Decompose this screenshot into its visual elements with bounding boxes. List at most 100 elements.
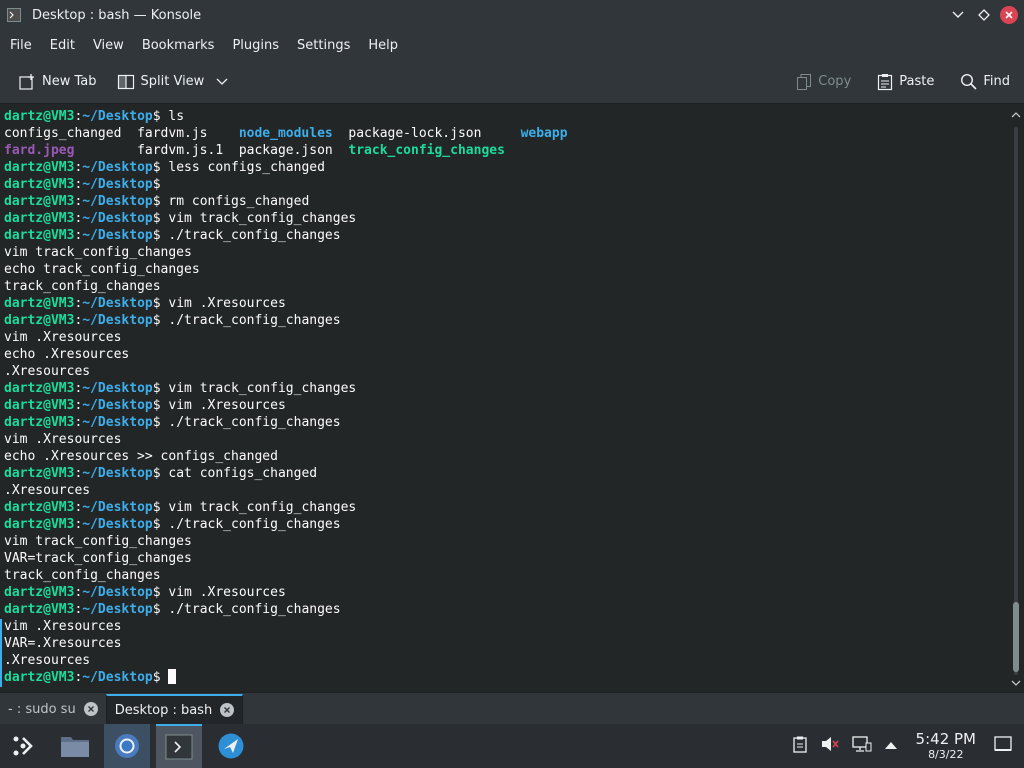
- menu-help[interactable]: Help: [362, 38, 404, 53]
- menu-bookmarks[interactable]: Bookmarks: [136, 38, 221, 53]
- prompt-line: dartz@VM3:~/Desktop$ less configs_change…: [4, 159, 1008, 176]
- menu-settings[interactable]: Settings: [291, 38, 356, 53]
- prompt-path: ~/Desktop: [82, 194, 153, 209]
- prompt-user: dartz@VM3: [4, 398, 75, 413]
- command-text: less configs_changed: [168, 160, 325, 175]
- prompt-symbol: $: [152, 517, 169, 532]
- command-text: ./track_config_changes: [168, 517, 341, 532]
- prompt-path: ~/Desktop: [82, 398, 153, 413]
- prompt-path: ~/Desktop: [82, 211, 153, 226]
- file-manager-icon[interactable]: [52, 724, 98, 768]
- menu-file[interactable]: File: [4, 38, 38, 53]
- split-view-button[interactable]: Split View: [111, 66, 235, 98]
- prompt-line: dartz@VM3:~/Desktop$: [4, 176, 1008, 193]
- prompt-line: dartz@VM3:~/Desktop$ vim track_config_ch…: [4, 380, 1008, 397]
- copy-icon: [796, 73, 812, 91]
- scroll-up-icon[interactable]: [1011, 109, 1021, 119]
- text-cursor: [168, 669, 177, 684]
- output-line: echo .Xresources >> configs_changed: [4, 449, 278, 464]
- paste-icon: [877, 73, 893, 91]
- prompt-symbol: $: [152, 177, 169, 192]
- network-icon[interactable]: [851, 735, 872, 757]
- output-line: track_config_changes: [4, 568, 161, 583]
- find-button[interactable]: Find: [954, 66, 1016, 98]
- tab-bar: - : sudo su Desktop : bash: [0, 692, 1024, 724]
- prompt-user: dartz@VM3: [4, 670, 75, 685]
- scroll-down-icon[interactable]: [1011, 678, 1021, 688]
- konsole-icon[interactable]: [156, 724, 202, 768]
- app-launcher-icon[interactable]: [0, 724, 46, 768]
- prompt-path: ~/Desktop: [82, 177, 153, 192]
- close-tab-icon[interactable]: [220, 703, 235, 717]
- prompt-symbol: $: [152, 398, 169, 413]
- maximize-icon[interactable]: [974, 5, 994, 25]
- prompt-user: dartz@VM3: [4, 228, 75, 243]
- ls-output-line: configs_changed fardvm.js node_modules p…: [4, 125, 1008, 142]
- minimize-icon[interactable]: [948, 5, 968, 25]
- prompt-line: dartz@VM3:~/Desktop$ vim .Xresources: [4, 295, 1008, 312]
- prompt-user: dartz@VM3: [4, 109, 75, 124]
- menu-plugins[interactable]: Plugins: [226, 38, 285, 53]
- prompt-user: dartz@VM3: [4, 296, 75, 311]
- scroll-track[interactable]: [1014, 127, 1018, 675]
- show-desktop-icon[interactable]: [994, 736, 1012, 756]
- output-line: .Xresources: [4, 483, 91, 498]
- volume-muted-icon[interactable]: [820, 735, 840, 757]
- find-label: Find: [983, 74, 1010, 89]
- close-icon[interactable]: [1000, 6, 1018, 24]
- chromium-icon[interactable]: [104, 724, 150, 768]
- new-tab-icon: [18, 73, 36, 91]
- prompt-user: dartz@VM3: [4, 500, 75, 515]
- command-text: ./track_config_changes: [168, 415, 341, 430]
- clock-date: 8/3/22: [928, 748, 964, 761]
- command-text: rm configs_changed: [168, 194, 310, 209]
- network-tool-icon[interactable]: [208, 724, 254, 768]
- file-entry: package-lock.json: [332, 126, 521, 141]
- prompt-symbol: $: [152, 296, 169, 311]
- tab-sudo-su[interactable]: - : sudo su: [0, 694, 106, 724]
- menu-view[interactable]: View: [87, 38, 130, 53]
- prompt-path: ~/Desktop: [82, 296, 153, 311]
- close-tab-icon[interactable]: [83, 702, 98, 716]
- prompt-line: dartz@VM3:~/Desktop$ vim .Xresources: [4, 584, 1008, 601]
- prompt-line: dartz@VM3:~/Desktop$ ./track_config_chan…: [4, 312, 1008, 329]
- copy-button[interactable]: Copy: [790, 66, 857, 98]
- command-text: cat configs_changed: [168, 466, 318, 481]
- prompt-user: dartz@VM3: [4, 313, 75, 328]
- expand-tray-icon[interactable]: [884, 739, 898, 754]
- search-icon: [960, 73, 977, 90]
- command-text: ./track_config_changes: [168, 313, 341, 328]
- window-title: Desktop : bash — Konsole: [32, 7, 202, 23]
- scrollbar[interactable]: [1008, 105, 1024, 692]
- exec-entry: track_config_changes: [348, 143, 505, 158]
- ls-output-line: fard.jpeg fardvm.js.1 package.json track…: [4, 142, 1008, 159]
- clock[interactable]: 5:42 PM 8/3/22: [916, 732, 976, 761]
- prompt-path: ~/Desktop: [82, 109, 153, 124]
- toolbar: New Tab Split View Copy Paste Find: [0, 60, 1024, 104]
- prompt-path: ~/Desktop: [82, 313, 153, 328]
- prompt-user: dartz@VM3: [4, 585, 75, 600]
- new-tab-button[interactable]: New Tab: [12, 66, 103, 98]
- prompt-line: dartz@VM3:~/Desktop$ ./track_config_chan…: [4, 414, 1008, 431]
- clipboard-icon[interactable]: [792, 735, 808, 757]
- prompt-symbol: $: [152, 160, 169, 175]
- scroll-thumb[interactable]: [1013, 602, 1019, 672]
- file-entry: fardvm.js.1 package.json: [74, 143, 349, 158]
- tab-desktop-bash[interactable]: Desktop : bash: [105, 694, 244, 724]
- taskbar: 5:42 PM 8/3/22: [0, 724, 1024, 768]
- prompt-symbol: $: [152, 602, 169, 617]
- terminal-output[interactable]: dartz@VM3:~/Desktop$ ls configs_changed f…: [0, 105, 1008, 692]
- prompt-user: dartz@VM3: [4, 415, 75, 430]
- file-entry: fardvm.js: [137, 126, 239, 141]
- prompt-symbol: $: [152, 585, 169, 600]
- menu-edit[interactable]: Edit: [44, 38, 81, 53]
- output-line: vim .Xresources: [4, 619, 122, 634]
- prompt-path: ~/Desktop: [82, 228, 153, 243]
- split-view-icon: [117, 73, 135, 91]
- prompt-user: dartz@VM3: [4, 517, 75, 532]
- prompt-line: dartz@VM3:~/Desktop$ ./track_config_chan…: [4, 601, 1008, 618]
- paste-button[interactable]: Paste: [871, 66, 940, 98]
- prompt-line: dartz@VM3:~/Desktop$: [4, 669, 1008, 686]
- prompt-line: dartz@VM3:~/Desktop$ vim track_config_ch…: [4, 499, 1008, 516]
- chevron-down-icon[interactable]: [216, 78, 228, 86]
